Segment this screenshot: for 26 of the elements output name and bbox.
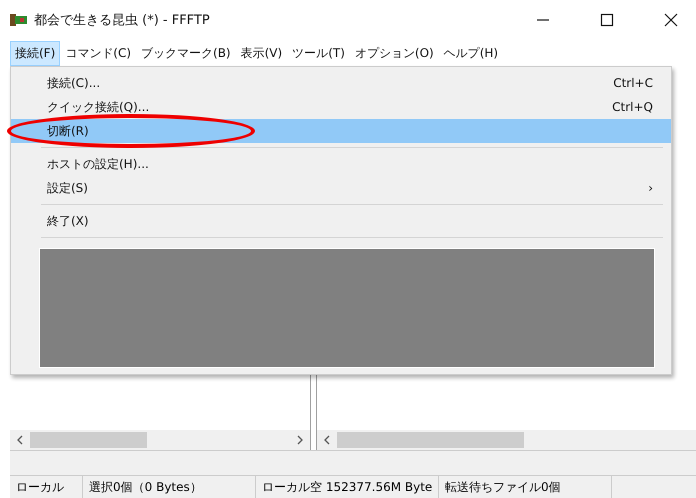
menu-bar-item[interactable]: オプション(O) xyxy=(350,40,439,66)
menu-item[interactable]: クイック接続(Q)... Ctrl+Q xyxy=(11,95,671,119)
menu-item[interactable]: ホストの設定(H)... xyxy=(11,152,671,176)
menu-bar-item[interactable]: ヘルプ(H) xyxy=(438,40,504,66)
scroll-right-icon[interactable] xyxy=(296,435,304,445)
scroll-left-icon[interactable] xyxy=(323,435,331,445)
menu-item[interactable]: 接続(C)... Ctrl+C xyxy=(11,71,671,95)
menu-item[interactable]: 設定(S) › xyxy=(11,176,671,200)
menu-bar-item[interactable]: ツール(T) xyxy=(287,40,350,66)
menu-item[interactable]: 終了(X) xyxy=(11,209,671,233)
close-icon[interactable] xyxy=(664,13,678,27)
menu-item[interactable]: 切断(R) xyxy=(11,119,671,143)
status-text: 選択0個（0 Bytes） xyxy=(83,476,256,498)
status-text: ローカル xyxy=(10,476,83,498)
status-text: 転送待ちファイル0個 xyxy=(439,476,612,498)
maximize-icon[interactable] xyxy=(600,13,614,27)
menu-bar-item[interactable]: ブックマーク(B) xyxy=(136,40,236,66)
menu-bar-item[interactable]: 接続(F) xyxy=(10,40,60,66)
scroll-left-icon[interactable] xyxy=(16,435,24,445)
scrollbar-thumb[interactable] xyxy=(337,432,524,448)
app-icon xyxy=(10,13,28,27)
scrollbar-thumb[interactable] xyxy=(30,432,147,448)
menu-bar-item[interactable]: 表示(V) xyxy=(236,40,288,66)
status-text: ローカル空 152377.56M Byte xyxy=(256,476,439,498)
menu-bar-item[interactable]: コマンド(C) xyxy=(60,40,136,66)
window-title: 都会で生きる昆虫 (*) - FFFTP xyxy=(34,12,211,29)
